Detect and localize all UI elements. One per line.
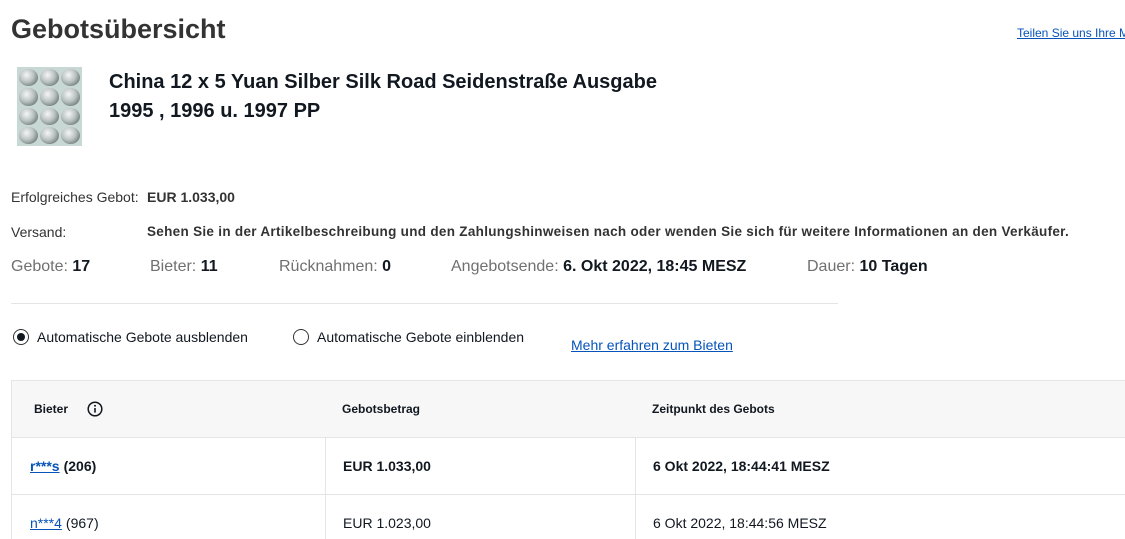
stat-bidders-label: Bieter:: [150, 258, 197, 275]
column-header-time: Zeitpunkt des Gebots: [652, 402, 775, 416]
coin-image: [19, 69, 38, 87]
bidder-link[interactable]: n***4: [30, 515, 62, 531]
coin-image: [40, 126, 59, 144]
table-header: Bieter Gebotsbetrag Zeitpunkt des Gebots: [12, 381, 1125, 437]
coin-image: [19, 107, 38, 125]
coin-image: [61, 88, 80, 106]
stat-bids: Gebote: 17: [11, 258, 90, 276]
shipping-label: Versand:: [11, 224, 67, 240]
stat-retractions-label: Rücknahmen:: [279, 258, 378, 275]
coin-image: [61, 126, 80, 144]
show-auto-bids-label: Automatische Gebote einblenden: [317, 329, 525, 345]
info-icon[interactable]: [87, 401, 103, 417]
column-header-amount: Gebotsbetrag: [342, 402, 421, 416]
hide-auto-bids-label: Automatische Gebote ausblenden: [37, 329, 248, 345]
coin-image: [40, 88, 59, 106]
stat-end: Angebotsende: 6. Okt 2022, 18:45 MESZ: [451, 258, 746, 276]
stat-bids-label: Gebote:: [11, 258, 68, 275]
radio-selected-icon[interactable]: [13, 329, 29, 345]
column-header-bidder: Bieter: [34, 402, 69, 416]
bid-time-cell: 6 Okt 2022, 18:44:41 MESZ: [635, 438, 1125, 494]
page-title: Gebotsübersicht: [11, 14, 226, 44]
coin-image: [19, 88, 38, 106]
item-thumbnail[interactable]: [17, 67, 82, 146]
feedback-link[interactable]: Teilen Sie uns Ihre M: [1017, 26, 1125, 40]
bidder-link[interactable]: r***s: [30, 458, 60, 474]
winning-bid-value: EUR 1.033,00: [147, 189, 235, 205]
stat-duration-label: Dauer:: [807, 258, 856, 275]
coin-image: [40, 69, 59, 87]
bid-time-cell: 6 Okt 2022, 18:44:56 MESZ: [635, 495, 1125, 539]
stat-end-label: Angebotsende:: [451, 258, 559, 275]
bid-history-page: Gebotsübersicht Teilen Sie uns Ihre M Ch…: [0, 0, 1125, 539]
bidder-feedback-score: (206): [63, 458, 97, 474]
show-auto-bids-option[interactable]: Automatische Gebote einblenden: [293, 329, 524, 345]
coin-image: [61, 107, 80, 125]
coin-image: [61, 69, 80, 87]
bidder-cell: r***s (206): [12, 438, 325, 494]
stat-duration: Dauer: 10 Tagen: [807, 258, 928, 276]
table-row: r***s (206) EUR 1.033,00 6 Okt 2022, 18:…: [12, 437, 1125, 494]
stat-bidders: Bieter: 11: [150, 258, 218, 276]
stat-end-value: 6. Okt 2022, 18:45 MESZ: [563, 258, 747, 275]
bid-amount-cell: EUR 1.023,00: [325, 495, 635, 539]
bidder-cell: n***4 (967): [12, 495, 325, 539]
bid-amount-cell: EUR 1.033,00: [325, 438, 635, 494]
bid-history-table: Bieter Gebotsbetrag Zeitpunkt des Gebots…: [11, 380, 1125, 539]
stat-retractions-value: 0: [382, 258, 392, 275]
radio-unselected-icon[interactable]: [293, 329, 309, 345]
shipping-value: Sehen Sie in der Artikelbeschreibung und…: [147, 224, 1070, 239]
stat-duration-value: 10 Tagen: [859, 258, 928, 275]
item-title-line1: China 12 x 5 Yuan Silber Silk Road Seide…: [109, 71, 657, 93]
stat-retractions: Rücknahmen: 0: [279, 258, 391, 276]
coin-image: [40, 107, 59, 125]
item-title-line2: 1995 , 1996 u. 1997 PP: [109, 100, 321, 122]
divider: [11, 303, 838, 304]
learn-more-bidding-link[interactable]: Mehr erfahren zum Bieten: [571, 337, 733, 353]
stat-bids-value: 17: [72, 258, 91, 275]
table-row: n***4 (967) EUR 1.023,00 6 Okt 2022, 18:…: [12, 494, 1125, 539]
coin-image: [19, 126, 38, 144]
winning-bid-label: Erfolgreiches Gebot:: [11, 189, 139, 205]
bidder-feedback-score: (967): [65, 515, 99, 531]
hide-auto-bids-option[interactable]: Automatische Gebote ausblenden: [13, 329, 248, 345]
item-title[interactable]: China 12 x 5 Yuan Silber Silk Road Seide…: [109, 68, 709, 126]
stat-bidders-value: 11: [200, 258, 218, 275]
